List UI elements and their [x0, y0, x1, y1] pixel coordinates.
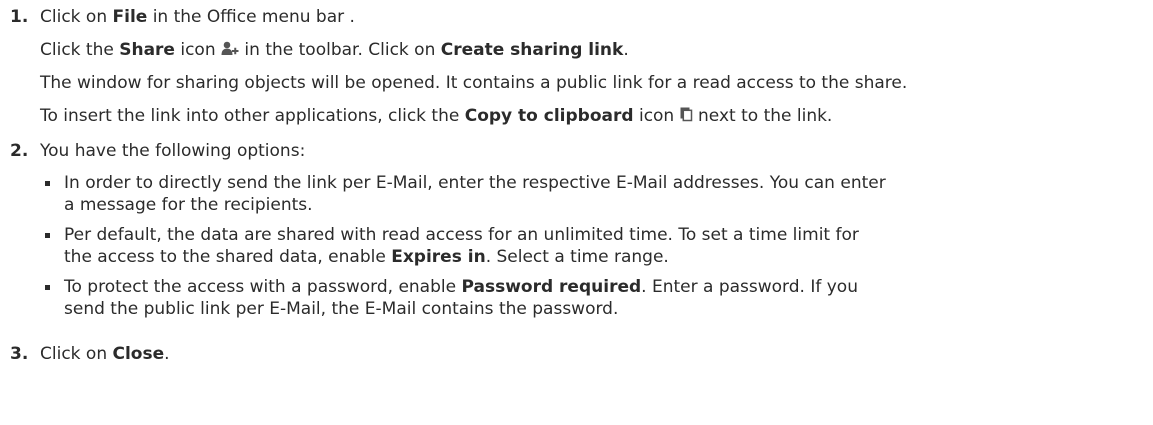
step-number: 3. [10, 344, 29, 364]
option-expires-line-1: Per default, the data are shared with re… [64, 225, 859, 245]
password-required-ref: Password required [461, 277, 642, 297]
close-ref: Close [112, 344, 165, 364]
add-user-icon [221, 40, 239, 62]
step-number: 2. [10, 141, 29, 161]
bullet-marker [45, 181, 50, 186]
bullet-marker [45, 285, 50, 290]
expires-in-ref: Expires in [391, 247, 486, 267]
share-ref: Share [119, 40, 175, 60]
step-1-line-2: Click the Share icon in the toolbar. Cli… [40, 40, 629, 62]
step-number: 1. [10, 7, 29, 27]
option-email-line-2: a message for the recipients. [64, 195, 313, 215]
option-expires-line-2: the access to the shared data, enable Ex… [64, 247, 669, 267]
option-password-line-1: To protect the access with a password, e… [64, 277, 858, 297]
step-2-intro: You have the following options: [40, 141, 306, 161]
option-email-line-1: In order to directly send the link per E… [64, 173, 886, 193]
copy-clipboard-icon [680, 106, 693, 128]
file-menu-ref: File [112, 7, 148, 27]
step-1-line-1: Click on File in the Office menu bar . [40, 7, 355, 27]
copy-to-clipboard-ref: Copy to clipboard [464, 106, 634, 126]
step-1-line-4: To insert the link into other applicatio… [40, 106, 833, 128]
step-1-line-3: The window for sharing objects will be o… [40, 73, 908, 93]
create-sharing-link-ref: Create sharing link [440, 40, 624, 60]
option-password-line-2: send the public link per E-Mail, the E-M… [64, 299, 619, 319]
step-3-line: Click on Close. [40, 344, 170, 364]
bullet-marker [45, 233, 50, 238]
